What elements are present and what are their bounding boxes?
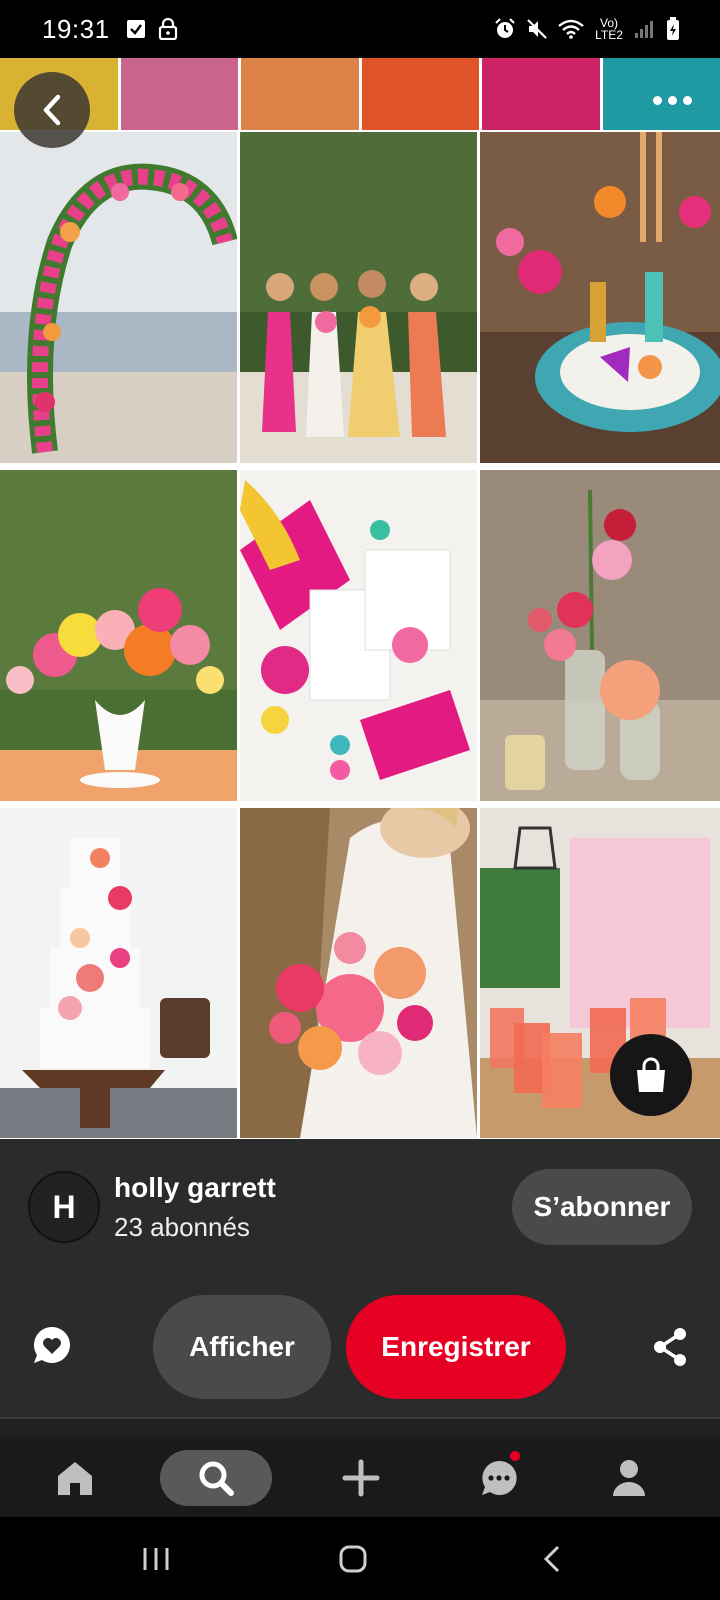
home-circle-icon <box>339 1545 367 1572</box>
home-system-button[interactable] <box>313 1517 393 1600</box>
signal-icon <box>634 19 656 39</box>
checkbox-notification-icon <box>126 19 146 39</box>
shop-button[interactable] <box>610 1034 692 1116</box>
back-arrow-icon <box>543 1545 560 1572</box>
palette-swatch <box>482 58 600 130</box>
nav-create[interactable] <box>322 1439 400 1517</box>
creator-row: H holly garrett 23 abonnés S’abonner <box>28 1169 692 1245</box>
bride-bouquet-image <box>240 808 477 1138</box>
shopping-bag-icon <box>637 1057 665 1092</box>
pin-info-panel: H holly garrett 23 abonnés S’abonner Aff… <box>0 1139 720 1417</box>
status-time: 19:31 <box>42 13 110 44</box>
image-grid <box>0 132 720 1139</box>
recent-apps-button[interactable] <box>116 1517 196 1600</box>
palette-swatch <box>120 58 238 130</box>
action-row: Afficher Enregistrer <box>0 1295 720 1399</box>
notification-dot <box>510 1451 520 1461</box>
network-label: Vo) LTE2 <box>595 16 623 42</box>
alarm-icon <box>494 18 516 40</box>
back-system-button[interactable] <box>512 1517 592 1600</box>
wedding-cake-image <box>0 808 237 1138</box>
invitation-flatlay-image <box>240 470 477 801</box>
share-button[interactable] <box>650 1325 690 1369</box>
comment-heart-icon <box>33 1327 70 1363</box>
plus-icon <box>342 1459 380 1497</box>
mute-icon <box>526 18 548 40</box>
centerpiece-image <box>0 470 237 801</box>
home-icon <box>58 1462 92 1495</box>
bridesmaids-image <box>240 132 477 463</box>
recent-apps-icon <box>143 1547 169 1570</box>
comment-button[interactable] <box>28 1321 76 1369</box>
palette-swatch <box>361 58 479 130</box>
follower-count: 23 abonnés <box>114 1211 250 1242</box>
dot-icon <box>668 96 677 105</box>
search-icon <box>199 1461 234 1496</box>
divider <box>0 1417 720 1439</box>
battery-icon <box>666 17 680 41</box>
system-nav-bar <box>0 1517 720 1600</box>
chat-bubble-icon <box>482 1460 517 1495</box>
table-setting-image <box>480 132 720 463</box>
follow-button[interactable]: S’abonner <box>512 1169 692 1245</box>
more-options-button[interactable] <box>653 96 692 105</box>
nav-search[interactable] <box>160 1439 272 1517</box>
bottom-nav <box>0 1439 720 1517</box>
avatar[interactable]: H <box>28 1171 100 1243</box>
status-bar: 19:31 Vo) LTE2 <box>0 0 720 58</box>
chevron-left-icon <box>43 94 61 126</box>
bud-vases-image <box>480 470 720 801</box>
palette-swatch <box>602 58 720 130</box>
pin-image[interactable] <box>0 58 720 1139</box>
color-palette <box>0 58 720 130</box>
profile-icon <box>613 1460 645 1496</box>
lock-icon <box>158 18 178 40</box>
dot-icon <box>683 96 692 105</box>
flower-arch-image <box>0 132 237 463</box>
back-button[interactable] <box>14 72 90 148</box>
creator-name[interactable]: holly garrett <box>114 1172 276 1204</box>
palette-swatch <box>241 58 359 130</box>
nav-messages[interactable] <box>460 1439 538 1517</box>
nav-profile[interactable] <box>590 1439 668 1517</box>
view-button[interactable]: Afficher <box>153 1295 331 1399</box>
nav-home[interactable] <box>36 1439 114 1517</box>
save-button[interactable]: Enregistrer <box>346 1295 566 1399</box>
dot-icon <box>653 96 662 105</box>
wifi-icon <box>558 19 584 39</box>
share-icon <box>654 1328 686 1366</box>
